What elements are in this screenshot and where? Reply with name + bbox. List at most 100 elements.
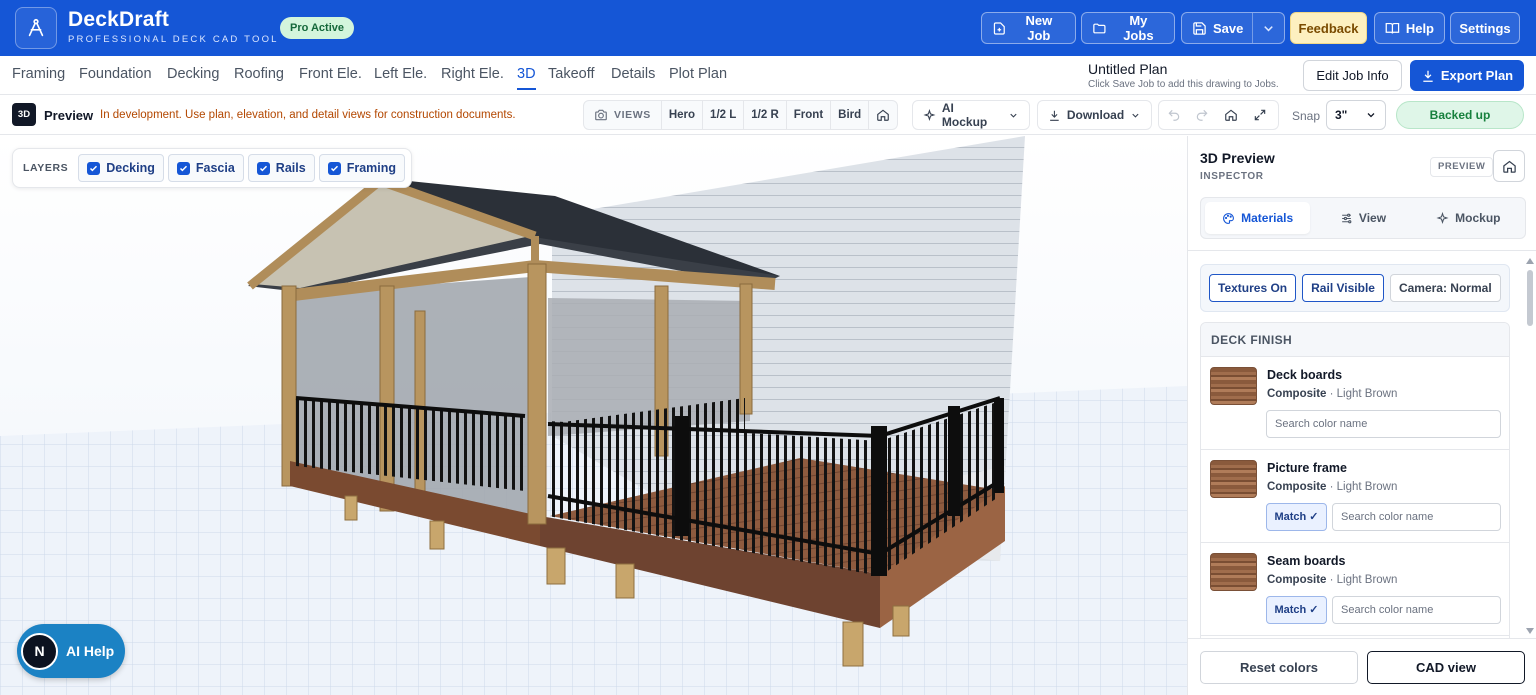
color-search-input[interactable]: Search color name (1332, 596, 1501, 624)
inspector-scrollbar[interactable] (1525, 256, 1535, 636)
material-name: Seam boards (1267, 554, 1346, 568)
material-name: Picture frame (1267, 461, 1347, 475)
tab-framing[interactable]: Framing (12, 66, 65, 88)
checkbox-checked-icon (176, 161, 190, 175)
new-job-button[interactable]: New Job (981, 12, 1076, 44)
material-type: Composite (1267, 388, 1327, 400)
layers-label: LAYERS (23, 162, 69, 174)
sliders-icon (1342, 213, 1352, 223)
snap-select[interactable]: 3" (1326, 100, 1386, 130)
layers-panel: LAYERS Decking Fascia Rails Framing (12, 148, 412, 188)
download-dropdown[interactable]: Download (1037, 100, 1152, 130)
redo-icon[interactable] (1187, 100, 1217, 130)
preview-badge: PREVIEW (1430, 157, 1494, 177)
tab-details[interactable]: Details (611, 66, 655, 88)
view-half-right-button[interactable]: 1/2 R (744, 101, 787, 129)
save-label: Save (1213, 20, 1244, 36)
wood-swatch (1210, 367, 1257, 405)
tab-materials-label: Materials (1241, 211, 1294, 225)
material-row: Seam boards Composite · Light Brown Matc… (1201, 543, 1509, 636)
view-hero-button[interactable]: Hero (662, 101, 704, 129)
feedback-button[interactable]: Feedback (1290, 12, 1367, 44)
chevron-down-icon (1010, 113, 1017, 118)
save-button[interactable]: Save (1181, 12, 1285, 44)
tab-decking[interactable]: Decking (167, 66, 219, 88)
color-search-input[interactable]: Search color name (1266, 410, 1501, 438)
tab-right-elevation[interactable]: Right Ele. (441, 66, 504, 88)
app-tagline: PROFESSIONAL DECK CAD TOOL (68, 34, 279, 45)
tab-roofing[interactable]: Roofing (234, 66, 284, 88)
help-label: Help (1405, 20, 1434, 36)
material-type: Composite (1267, 481, 1327, 493)
view-front-button[interactable]: Front (787, 101, 832, 129)
reset-view-home-icon[interactable] (1216, 100, 1246, 130)
inspector-tabs: Materials View Mockup (1200, 197, 1526, 239)
plan-subtitle: Click Save Job to add this drawing to Jo… (1088, 79, 1279, 90)
material-type: Composite (1267, 574, 1327, 586)
backup-status-badge: Backed up (1396, 101, 1524, 129)
layer-rails-checkbox[interactable]: Rails (247, 154, 315, 182)
ai-mockup-dropdown[interactable]: AI Mockup (912, 100, 1030, 130)
reset-colors-button[interactable]: Reset colors (1200, 651, 1358, 684)
checkbox-checked-icon (256, 161, 270, 175)
chevron-down-icon (1132, 113, 1139, 118)
color-search-input[interactable]: Search color name (1332, 503, 1501, 531)
layer-fascia-checkbox[interactable]: Fascia (167, 154, 244, 182)
inspector-scroll-area[interactable]: Textures On Rail Visible Camera: Normal … (1188, 250, 1536, 638)
view-home-button[interactable] (869, 101, 897, 129)
download-icon (1423, 70, 1433, 82)
match-toggle[interactable]: Match ✓ (1266, 596, 1327, 624)
view-half-left-button[interactable]: 1/2 L (703, 101, 745, 129)
match-toggle[interactable]: Match ✓ (1266, 503, 1327, 531)
edit-job-info-button[interactable]: Edit Job Info (1303, 60, 1402, 91)
settings-button[interactable]: Settings (1450, 12, 1520, 44)
rail-visible-toggle[interactable]: Rail Visible (1302, 274, 1384, 302)
layer-decking-label: Decking (106, 161, 155, 175)
material-desc: Composite · Light Brown (1267, 574, 1398, 586)
material-row: Deck boards Composite · Light Brown Sear… (1201, 357, 1509, 450)
tab-foundation[interactable]: Foundation (79, 66, 152, 88)
book-icon (1385, 22, 1400, 34)
pro-active-badge: Pro Active (280, 17, 355, 39)
my-jobs-button[interactable]: My Jobs (1081, 12, 1175, 44)
tab-takeoff[interactable]: Takeoff (548, 66, 595, 88)
palette-icon (1223, 212, 1235, 224)
inspector-home-icon[interactable] (1493, 150, 1525, 182)
undo-icon[interactable] (1159, 100, 1189, 130)
development-note: In development. Use plan, elevation, and… (100, 109, 516, 121)
tab-mockup[interactable]: Mockup (1416, 202, 1521, 234)
compass-logo-icon (15, 7, 57, 49)
views-label: VIEWS (614, 109, 651, 121)
camera-mode-toggle[interactable]: Camera: Normal (1389, 274, 1501, 302)
help-button[interactable]: Help (1374, 12, 1445, 44)
save-options-chevron-icon[interactable] (1252, 13, 1284, 43)
textures-toggle[interactable]: Textures On (1209, 274, 1297, 302)
layer-framing-checkbox[interactable]: Framing (318, 154, 405, 182)
tab-plot-plan[interactable]: Plot Plan (669, 66, 727, 88)
fullscreen-icon[interactable] (1245, 100, 1275, 130)
camera-icon (595, 109, 607, 121)
new-job-label: New Job (1025, 13, 1053, 43)
tab-front-elevation[interactable]: Front Ele. (299, 66, 362, 88)
inspector-panel: 3D Preview INSPECTOR PREVIEW Materials V… (1187, 136, 1536, 695)
save-icon (1193, 21, 1206, 35)
my-jobs-label: My Jobs (1123, 13, 1154, 43)
views-label-group: VIEWS (584, 101, 662, 129)
layer-fascia-label: Fascia (195, 161, 235, 175)
material-color: Light Brown (1336, 388, 1398, 400)
ai-help-button[interactable]: N AI Help (17, 624, 125, 678)
tab-view[interactable]: View (1310, 202, 1415, 234)
tab-materials[interactable]: Materials (1205, 202, 1311, 234)
tab-left-elevation[interactable]: Left Ele. (374, 66, 427, 88)
preview-label: Preview (44, 108, 94, 123)
layer-decking-checkbox[interactable]: Decking (78, 154, 164, 182)
download-label: Download (1066, 108, 1125, 122)
3d-viewport[interactable]: LAYERS Decking Fascia Rails Framing N AI… (0, 136, 1187, 695)
view-bird-button[interactable]: Bird (831, 101, 870, 129)
export-plan-button[interactable]: Export Plan (1410, 60, 1524, 91)
snap-value: 3" (1335, 108, 1348, 122)
3d-deck-render[interactable] (0, 136, 1187, 695)
cad-view-button[interactable]: CAD view (1367, 651, 1525, 684)
tab-3d[interactable]: 3D (517, 66, 536, 90)
assistant-avatar: N (21, 632, 58, 670)
